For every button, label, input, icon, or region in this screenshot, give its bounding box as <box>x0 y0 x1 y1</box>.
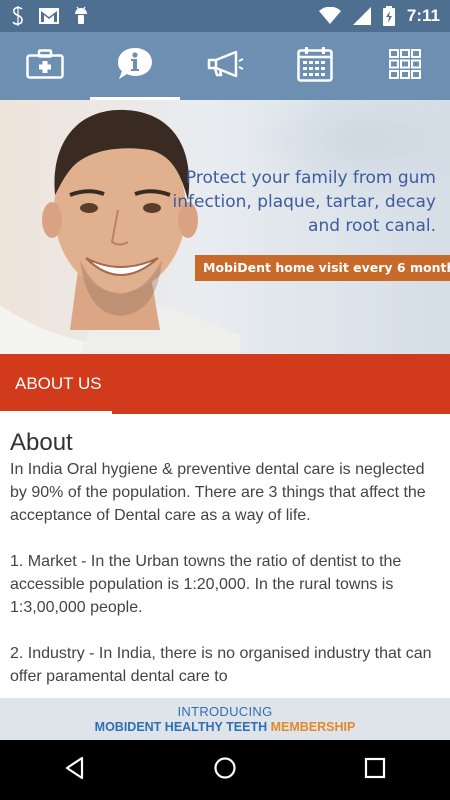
app-screen: 7:11 Protect your family from gum infect… <box>0 0 450 800</box>
promo-title-orange: MEMBERSHIP <box>270 720 356 734</box>
recents-icon <box>364 757 386 784</box>
battery-charging-icon <box>382 6 395 26</box>
calendar-icon <box>297 46 333 87</box>
wifi-icon <box>318 7 341 25</box>
about-paragraph-intro: In India Oral hygiene & preventive denta… <box>10 461 426 524</box>
promo-title: MOBIDENT HEALTHY TEETH MEMBERSHIP <box>0 720 450 734</box>
banner-tagline: Protect your family from gum infection, … <box>172 168 436 236</box>
tab-appointments[interactable] <box>270 32 360 100</box>
about-paragraph-industry: 2. Industry - In India, there is no orga… <box>10 645 432 685</box>
section-tab-label: ABOUT US <box>15 374 102 393</box>
promo-title-blue: MOBIDENT HEALTHY TEETH <box>94 720 271 734</box>
stripe-s-icon <box>10 5 26 27</box>
hero-banner: Protect your family from gum infection, … <box>0 100 450 354</box>
home-icon <box>213 756 237 785</box>
megaphone-icon <box>206 49 244 84</box>
section-header: ABOUT US <box>0 354 450 414</box>
tab-about-us[interactable]: ABOUT US <box>0 354 102 414</box>
status-time: 7:11 <box>406 6 440 25</box>
tab-menu[interactable] <box>360 32 450 100</box>
gmail-icon <box>38 7 60 25</box>
promo-intro-text: INTRODUCING <box>177 704 273 719</box>
signal-icon <box>352 7 371 25</box>
info-chat-icon <box>116 46 154 87</box>
tab-news[interactable] <box>180 32 270 100</box>
recents-button[interactable] <box>345 740 405 800</box>
tab-about[interactable] <box>90 32 180 100</box>
status-bar: 7:11 <box>0 0 450 32</box>
about-content[interactable]: About In India Oral hygiene & preventive… <box>0 414 450 698</box>
status-right: 7:11 <box>318 6 440 26</box>
about-heading: About <box>10 429 73 456</box>
home-button[interactable] <box>195 740 255 800</box>
first-aid-kit-icon <box>26 48 64 84</box>
about-paragraph-market: 1. Market - In the Urban towns the ratio… <box>10 553 402 616</box>
system-nav-bar <box>0 740 450 800</box>
visit-promo-strip: MobiDent home visit every 6 months ! <box>195 255 450 281</box>
tab-bar <box>0 32 450 100</box>
tab-services[interactable] <box>0 32 90 100</box>
grid-menu-icon <box>389 48 421 84</box>
status-left <box>10 5 90 27</box>
back-icon <box>63 756 87 785</box>
android-icon <box>72 6 90 26</box>
back-button[interactable] <box>45 740 105 800</box>
membership-promo-banner[interactable]: INTRODUCING MOBIDENT HEALTHY TEETH MEMBE… <box>0 698 450 740</box>
